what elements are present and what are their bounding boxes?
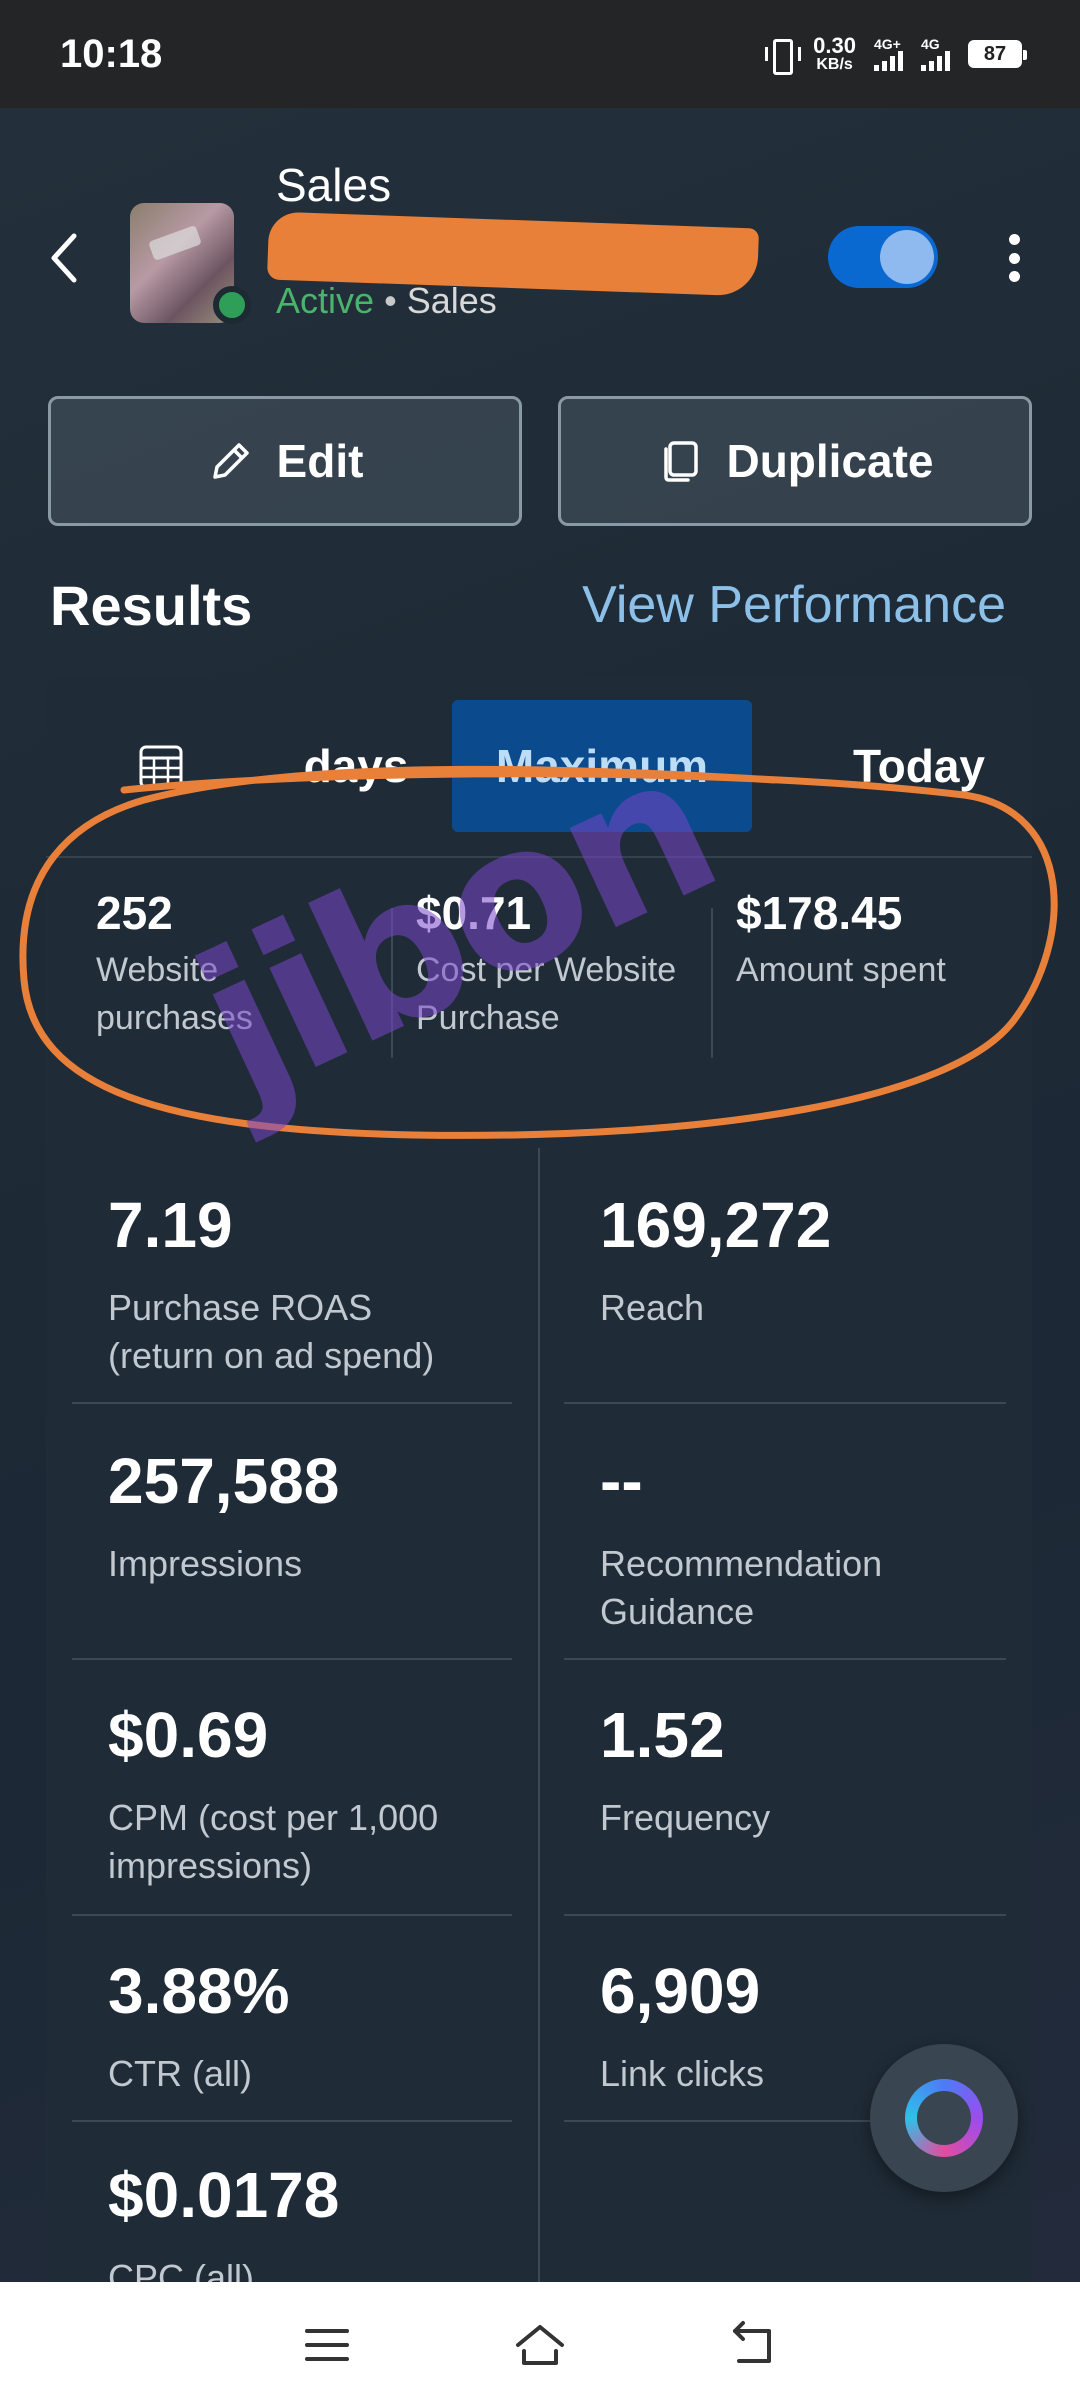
more-options-button[interactable]	[1000, 228, 1028, 288]
summary-label: Amount spent	[736, 951, 946, 989]
view-performance-link[interactable]: View Performance	[582, 575, 1006, 635]
metric-divider	[564, 1658, 1006, 1660]
tab-today[interactable]: Today	[806, 700, 1032, 832]
campaign-title: Sales	[276, 159, 392, 211]
status-bar: 10:18 0.30 KB/s 4G+ 4G 87	[0, 0, 1080, 108]
network-speed-value: 0.30	[813, 33, 856, 58]
meta-ai-icon	[905, 2079, 983, 2157]
system-nav-bar	[0, 2282, 1080, 2408]
metric-reach: 169,272 Reach	[600, 1188, 1040, 1332]
duplicate-button[interactable]: Duplicate	[558, 396, 1032, 526]
chevron-left-icon	[51, 233, 77, 283]
more-dot	[1008, 234, 1020, 245]
metric-frequency: 1.52 Frequency	[600, 1698, 1040, 1842]
edit-label: Edit	[276, 435, 364, 487]
results-heading: Results	[50, 574, 253, 637]
campaign-toggle[interactable]	[828, 226, 938, 288]
metric-divider	[72, 1658, 512, 1660]
metric-divider	[564, 1914, 1006, 1916]
status-separator: •	[384, 280, 397, 321]
battery-icon: 87	[968, 40, 1027, 68]
signal-sim2-icon: 4G	[921, 37, 950, 71]
metric-label: Impressions	[108, 1543, 303, 1584]
home-icon	[515, 2325, 564, 2365]
metric-label: Recommendation Guidance	[600, 1543, 883, 1632]
menu-icon	[304, 2329, 349, 2361]
back-button[interactable]	[44, 228, 84, 288]
more-dot	[1008, 271, 1020, 282]
metric-value: 169,272	[600, 1189, 832, 1261]
metric-label: Reach	[600, 1287, 705, 1328]
metric-value: 3.88%	[108, 1955, 290, 2027]
metric-purchase-roas: 7.19 Purchase ROAS (return on ad spend)	[108, 1188, 548, 1380]
summary-amount-spent: $178.45 Amount spent	[736, 858, 1056, 1058]
metric-label: Frequency	[600, 1797, 771, 1838]
metric-cpm: $0.69 CPM (cost per 1,000 impressions)	[108, 1698, 548, 1890]
pencil-icon	[212, 443, 249, 479]
status-icons: 0.30 KB/s 4G+ 4G 87	[765, 35, 1027, 75]
duplicate-label: Duplicate	[726, 435, 934, 487]
recents-button[interactable]	[297, 2315, 357, 2375]
metric-ctr: 3.88% CTR (all)	[108, 1954, 548, 2098]
metric-value: $0.69	[108, 1699, 269, 1771]
metric-divider	[72, 1402, 512, 1404]
summary-value: $178.45	[736, 887, 903, 939]
metric-divider	[564, 1402, 1006, 1404]
vibrate-icon	[765, 37, 802, 75]
metric-cpc: $0.0178 CPC (all)	[108, 2158, 548, 2302]
metric-divider	[72, 2120, 512, 2122]
metric-impressions: 257,588 Impressions	[108, 1444, 548, 1588]
metric-value: 7.19	[108, 1189, 233, 1261]
duplicate-icon	[664, 441, 699, 482]
objective-label: Sales	[406, 280, 497, 321]
network-speed-unit: KB/s	[816, 56, 853, 73]
clock: 10:18	[60, 31, 163, 76]
edit-button[interactable]: Edit	[48, 396, 522, 526]
network-speed: 0.30 KB/s	[813, 35, 856, 73]
calendar-icon[interactable]	[138, 744, 184, 790]
home-button[interactable]	[510, 2315, 570, 2375]
metric-label: CPM (cost per 1,000 impressions)	[108, 1797, 439, 1886]
back-arrow-icon	[733, 2321, 772, 2363]
sim1-label: 4G+	[874, 36, 901, 52]
metric-divider	[72, 1914, 512, 1916]
back-nav-button[interactable]	[723, 2315, 783, 2375]
signal-sim1-icon: 4G+	[874, 37, 903, 71]
metric-value: 1.52	[600, 1699, 725, 1771]
campaign-status-line: Active • Sales	[276, 280, 497, 322]
status-label: Active	[276, 280, 375, 321]
metric-value: 6,909	[600, 1955, 761, 2027]
metric-value: $0.0178	[108, 2159, 340, 2231]
meta-ai-button[interactable]	[870, 2044, 1018, 2192]
metric-recommendation-guidance: -- Recommendation Guidance	[600, 1444, 1040, 1636]
metric-label: CTR (all)	[108, 2053, 252, 2094]
metric-label: Purchase ROAS (return on ad spend)	[108, 1287, 435, 1376]
metric-value: 257,588	[108, 1445, 340, 1517]
metric-value: --	[600, 1445, 643, 1517]
more-dot	[1008, 252, 1020, 264]
sim2-label: 4G	[921, 36, 940, 52]
active-status-dot	[213, 286, 251, 324]
campaign-header: Sales Sales campaign Active • Sales	[0, 108, 1080, 408]
toggle-knob	[880, 230, 934, 284]
